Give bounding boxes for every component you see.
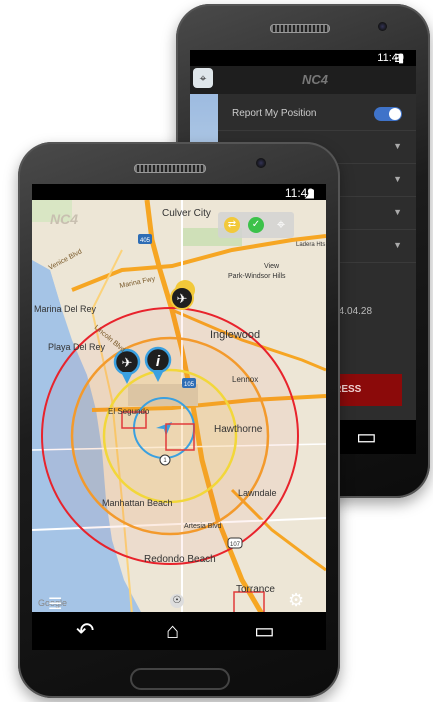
map-label: Hawthorne (214, 424, 263, 435)
report-position-row[interactable]: Report My Position (218, 98, 416, 131)
map-label: Inglewood (210, 329, 260, 341)
chevron-down-icon: ▼ (393, 174, 402, 184)
list-icon[interactable]: ☰ (48, 594, 62, 614)
home-button[interactable] (130, 668, 230, 690)
app-logo: NC4 (302, 72, 329, 87)
nc4-watermark: NC4 (50, 211, 78, 227)
svg-text:✈: ✈ (177, 291, 188, 306)
recents-icon[interactable]: ▭ (254, 620, 275, 642)
map[interactable]: ✈ ✈ i Culver City Venice Blvd Marina Fwy… (32, 200, 326, 614)
map-label: Playa Del Rey (48, 342, 106, 352)
map-label: El Segundo (108, 407, 150, 416)
svg-text:105: 105 (184, 382, 195, 388)
map-label: Redondo Beach (144, 554, 216, 565)
earpiece-speaker (270, 24, 330, 33)
map-label: Culver City (162, 208, 211, 219)
chevron-down-icon: ▼ (393, 207, 402, 217)
recents-icon[interactable]: ▭ (356, 426, 377, 448)
chevron-down-icon: ▼ (393, 141, 402, 151)
status-time: 11:49 (377, 52, 404, 64)
check-status-icon[interactable]: ✓ (248, 217, 264, 233)
status-bar: ☰ ▮ 11:49 (190, 50, 416, 66)
status-bar: ≈ ◢ ▮ 11:49 (32, 184, 326, 200)
gear-icon[interactable]: ⚙ (288, 590, 304, 611)
front-camera (256, 158, 266, 168)
front-nav-bar: ↶ ⌂ ▭ (32, 612, 326, 650)
map-label: Lawndale (238, 488, 277, 498)
alert-level-icon[interactable]: ⇄ (224, 217, 240, 233)
map-label: Artesia Blvd (184, 523, 221, 530)
map-label: Marina Del Rey (34, 304, 97, 314)
globe-icon[interactable]: ☉ (170, 594, 184, 608)
svg-text:✈: ✈ (122, 355, 133, 370)
status-chips: ⇄ ✓ ⌖ (218, 212, 294, 238)
signal-broadcast-icon[interactable]: ⌖ (272, 215, 290, 235)
signal-icon[interactable]: ⌖ (193, 68, 213, 88)
earpiece-speaker (134, 164, 206, 173)
inner-alert-ring (102, 368, 238, 504)
app-action-bar: NC4 (190, 66, 416, 94)
map-label: Park-Windsor Hills (228, 273, 286, 280)
svg-text:405: 405 (140, 238, 151, 244)
map-label: Ladera Hts (296, 242, 325, 248)
chevron-down-icon: ▼ (393, 240, 402, 250)
back-icon[interactable]: ↶ (76, 620, 94, 642)
map-label: Torrance (236, 584, 275, 595)
map-label: Lennox (232, 375, 258, 384)
svg-text:107: 107 (230, 542, 241, 548)
home-nav-icon[interactable]: ⌂ (166, 620, 179, 642)
front-screen: ≈ ◢ ▮ 11:49 ✈ ✈ i Culver City Venice Blv… (32, 184, 326, 650)
front-camera (378, 22, 387, 31)
map-label: View (264, 263, 280, 270)
status-time: 11:49 (284, 186, 314, 200)
front-phone: ≈ ◢ ▮ 11:49 ✈ ✈ i Culver City Venice Blv… (18, 142, 340, 698)
report-position-toggle[interactable] (374, 107, 402, 121)
map-label: Manhattan Beach (102, 498, 173, 508)
